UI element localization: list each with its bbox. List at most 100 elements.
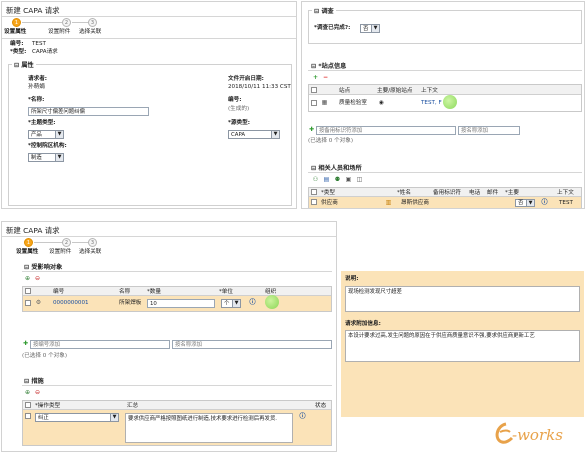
measures-col-status[interactable]: 状态 (315, 403, 326, 409)
subject-type-label: *主题类型: (28, 120, 56, 126)
info-icon[interactable]: ⓘ (249, 299, 256, 306)
people-col-alt-id[interactable]: 备用标识符 (433, 190, 461, 196)
add-by-number-icon[interactable]: ✚ (22, 340, 29, 347)
step-1-icon[interactable]: 1 (24, 238, 33, 247)
control-org-select[interactable]: 制造 ▼ (28, 153, 64, 162)
add-object-icon[interactable]: ⊕ (24, 275, 31, 282)
affected-col-unit[interactable]: *单位 (219, 289, 233, 295)
info-icon[interactable]: ⓘ (299, 413, 306, 420)
people-row-context: TEST (559, 200, 573, 206)
chart-icon: ▥ (385, 199, 392, 206)
people-row-type: 供应商 (321, 200, 338, 206)
site-section-title[interactable]: ⊟ *站点信息 (311, 61, 346, 70)
number-label: 编号: (228, 97, 242, 103)
add-by-number-input[interactable]: 按编号添加 (30, 340, 170, 349)
measure-type-value: 纠正 (38, 415, 49, 421)
row-checkbox[interactable] (311, 199, 317, 205)
survey-section-title[interactable]: ⊟ 调查 (312, 6, 336, 15)
measures-table: *操作类型 汇总 状态 纠正 ▼ 要求供应商严格按照图纸进行制造,技术要求进行检… (22, 400, 332, 446)
submit-date-label: 文件开启日期: (228, 76, 264, 82)
part-icon: ⚙ (35, 299, 42, 306)
subject-type-select[interactable]: 产品 ▼ (28, 130, 64, 139)
row-checkbox[interactable] (25, 300, 31, 306)
select-all-checkbox[interactable] (25, 402, 31, 408)
add-person-icon[interactable]: ⚇ (312, 176, 319, 183)
measures-section-title[interactable]: ⊟ 措施 (24, 376, 44, 385)
survey-complete-select[interactable]: 否 ▼ (360, 24, 380, 33)
add-org-icon[interactable]: ▣ (345, 176, 352, 183)
people-col-primary[interactable]: *主要 (505, 190, 519, 196)
step-label-select-relations[interactable]: 选择关联 (79, 249, 101, 255)
quantity-input[interactable]: 10 (147, 299, 215, 308)
measure-summary-textarea[interactable]: 要求供应商严格按照图纸进行制造,技术要求进行检测后再发货. (125, 413, 293, 443)
people-row-primary-select[interactable]: 否 ▼ (515, 199, 535, 207)
select-all-checkbox[interactable] (311, 87, 317, 93)
name-label: *名称: (28, 97, 45, 103)
measures-col-summary[interactable]: 汇总 (127, 403, 138, 409)
people-col-type[interactable]: *类型 (321, 190, 335, 196)
attributes-section-title[interactable]: ⊟ 属性 (12, 60, 36, 69)
code-value: TEST (32, 41, 46, 47)
measure-type-select[interactable]: 纠正 ▼ (35, 413, 119, 422)
description-textarea[interactable]: 现场检测发现尺寸超差 (345, 286, 580, 312)
site-col-primary[interactable]: 主要/原始站点 (377, 88, 412, 94)
add-role-icon[interactable]: ⚉ (334, 176, 341, 183)
step-2-icon[interactable]: 2 (62, 18, 71, 27)
description-panel: 说明: 现场检测发现尺寸超差 请求附加信息: 本设计要求过高,发生问题的原因在于… (341, 271, 584, 417)
site-row-context-link[interactable]: TEST, F (421, 100, 442, 106)
type-value: CAPA请求 (32, 49, 58, 55)
chevron-down-icon: ▼ (371, 25, 379, 32)
select-all-checkbox[interactable] (311, 189, 317, 195)
e-works-logo-icon: -works (495, 422, 563, 444)
name-input[interactable]: 所架尺寸偏差问题纠偏 (28, 107, 149, 116)
add-by-id-icon[interactable]: ✚ (308, 126, 315, 133)
people-row-name: 昂斯供应商 (401, 200, 429, 206)
affected-col-name[interactable]: 名称 (119, 289, 130, 295)
info-icon[interactable]: ⓘ (541, 199, 548, 206)
affected-col-number[interactable]: 编号 (53, 289, 64, 295)
measures-col-type[interactable]: *操作类型 (35, 403, 60, 409)
requester-value: 孙萌娟 (28, 84, 45, 90)
remove-measure-icon[interactable]: ⊖ (34, 389, 41, 396)
requester-label: 请求者: (28, 76, 48, 82)
source-type-select[interactable]: CAPA ▼ (228, 130, 280, 139)
add-by-name-input[interactable]: 按名称添加 (172, 340, 332, 349)
step-label-set-attachments[interactable]: 设置附件 (48, 29, 70, 35)
add-by-name-input[interactable]: 按名称添加 (458, 126, 520, 135)
people-col-email[interactable]: 邮件 (487, 190, 498, 196)
description-label: 说明: (345, 276, 359, 282)
add-group-icon[interactable]: ▤ (323, 176, 330, 183)
people-section-title[interactable]: ⊟ 相关人员和场所 (311, 163, 362, 172)
step-label-set-attributes[interactable]: 设置属性 (16, 249, 38, 255)
step-1-icon[interactable]: 1 (12, 18, 21, 27)
extra-info-textarea[interactable]: 本设计要求过高,发生问题的原因在于供应商质量意识不强,要求供应商更新工艺 (345, 330, 580, 362)
step-label-set-attachments[interactable]: 设置附件 (49, 249, 71, 255)
site-row-primary-radio[interactable]: ◉ (379, 100, 384, 106)
remove-person-icon[interactable]: ◫ (356, 176, 363, 183)
step-3-icon[interactable]: 3 (88, 18, 97, 27)
people-col-context[interactable]: 上下文 (557, 190, 574, 196)
remove-icon[interactable]: − (322, 74, 329, 81)
add-by-alt-id-input[interactable]: 按备用标识符添加 (316, 126, 456, 135)
extra-info-label: 请求附加信息: (345, 321, 381, 327)
step-3-icon[interactable]: 3 (88, 238, 97, 247)
remove-object-icon[interactable]: ⊖ (34, 275, 41, 282)
step-2-icon[interactable]: 2 (62, 238, 71, 247)
row-checkbox[interactable] (311, 100, 317, 106)
add-measure-icon[interactable]: ⊕ (24, 389, 31, 396)
step-label-set-attributes[interactable]: 设置属性 (4, 29, 26, 35)
add-icon[interactable]: + (312, 74, 319, 81)
step-label-select-relations[interactable]: 选择关联 (79, 29, 101, 35)
people-col-phone[interactable]: 电话 (469, 190, 480, 196)
site-col-site[interactable]: 站点 (339, 88, 350, 94)
affected-section-title[interactable]: ⊟ 受影响对象 (24, 262, 62, 271)
select-all-checkbox[interactable] (25, 288, 31, 294)
unit-select[interactable]: 个 ▼ (221, 299, 241, 308)
affected-row-number-link[interactable]: 0000000001 (53, 300, 89, 306)
cursor-highlight-icon (265, 295, 279, 309)
affected-col-quantity[interactable]: *数量 (147, 289, 161, 295)
site-col-context[interactable]: 上下文 (421, 88, 438, 94)
chevron-down-icon: ▼ (110, 414, 118, 421)
row-checkbox[interactable] (25, 413, 31, 419)
people-col-name[interactable]: *姓名 (397, 190, 411, 196)
